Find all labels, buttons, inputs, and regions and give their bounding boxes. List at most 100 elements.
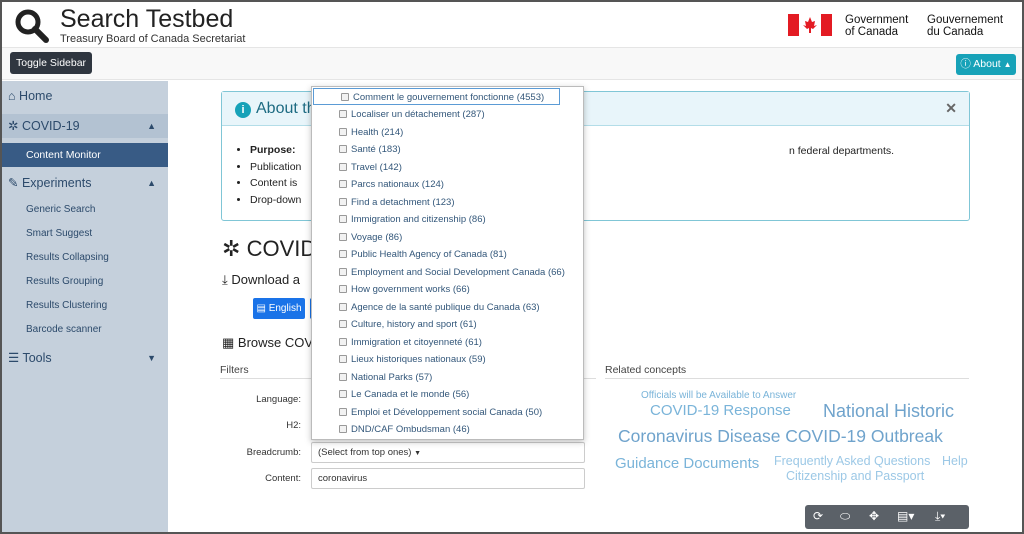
caret-up-icon: ▲ — [147, 178, 156, 188]
sidebar-item-covid[interactable]: ✲ COVID-19 ▲ — [2, 114, 168, 138]
checkbox[interactable] — [339, 425, 347, 433]
refresh-icon[interactable]: ⟳ — [813, 509, 823, 523]
caret-up-icon: ▲ — [1003, 60, 1012, 69]
sidebar-item-results-collapsing[interactable]: Results Collapsing — [26, 252, 109, 263]
file-icon: ▤ — [256, 303, 266, 314]
checkbox[interactable] — [341, 93, 349, 101]
checkbox[interactable] — [339, 285, 347, 293]
cog-icon: ✲ — [222, 236, 241, 261]
app-title: Search Testbed — [60, 5, 234, 33]
checkbox[interactable] — [339, 180, 347, 188]
search-logo-icon — [15, 9, 49, 43]
dropdown-option[interactable]: Immigration and citizenship (86) — [312, 211, 583, 228]
checkbox[interactable] — [339, 110, 347, 118]
sidebar: ⌂ Home ✲ COVID-19 ▲ Content Monitor ✎ Ex… — [2, 81, 168, 532]
sidebar-item-experiments[interactable]: ✎ Experiments ▲ — [2, 171, 168, 195]
dropdown-option[interactable]: Lieux historiques nationaux (59) — [312, 351, 583, 368]
breadcrumb-label: Breadcrumb: — [246, 447, 301, 458]
dropdown-option[interactable]: Culture, history and sport (61) — [312, 316, 583, 333]
checkbox[interactable] — [339, 145, 347, 153]
concept-tag[interactable]: COVID-19 Response — [650, 402, 791, 419]
home-icon: ⌂ — [8, 89, 16, 103]
dropdown-option[interactable]: Emploi et Développement social Canada (5… — [312, 404, 583, 421]
caret-up-icon: ▲ — [147, 121, 156, 131]
grid-icon: ▦ — [222, 335, 235, 350]
dropdown-option[interactable]: Health (214) — [312, 124, 583, 141]
concept-tag[interactable]: National Historic — [823, 401, 954, 422]
checkbox[interactable] — [339, 232, 347, 241]
content-label: Content: — [265, 473, 301, 484]
english-download-button[interactable]: ▤ English — [253, 298, 305, 319]
wrench-icon: ✎ — [8, 176, 19, 190]
checkbox[interactable] — [339, 355, 347, 363]
dropdown-option[interactable]: DND/CAF Ombudsman (46) — [312, 421, 583, 438]
toggle-sidebar-button[interactable]: Toggle Sidebar — [10, 52, 93, 74]
dropdown-option[interactable]: Comment le gouvernement fonctionne (4553… — [313, 88, 560, 105]
sidebar-item-content-monitor[interactable]: Content Monitor — [2, 143, 168, 167]
concept-tag[interactable]: Coronavirus Disease COVID-19 Outbreak — [618, 426, 943, 447]
caret-down-icon: ▼ — [414, 450, 422, 457]
checkbox[interactable] — [339, 162, 347, 171]
caret-down-icon: ▼ — [147, 353, 156, 363]
checkbox[interactable] — [339, 337, 347, 346]
dropdown-option[interactable]: Public Health Agency of Canada (81) — [312, 246, 583, 263]
concept-tag[interactable]: Help — [942, 454, 968, 468]
dropdown-option[interactable]: Travel (142) — [312, 159, 583, 176]
dropdown-option[interactable]: Immigration et citoyenneté (61) — [312, 334, 583, 351]
checkbox[interactable] — [339, 250, 347, 258]
app-subtitle: Treasury Board of Canada Secretariat — [60, 33, 246, 45]
browse-heading: ▦ Browse COV — [222, 335, 314, 350]
concept-tag[interactable]: Officials will be Available to Answer — [641, 390, 796, 401]
content-input[interactable]: coronavirus — [311, 468, 585, 489]
concept-tag[interactable]: Guidance Documents — [615, 455, 759, 472]
download-heading: ⤓ Download a — [222, 272, 301, 287]
top-navbar: Toggle Sidebar ⓘ About ▲ — [2, 48, 1022, 80]
toggle-icon[interactable]: ⬭ — [840, 509, 850, 524]
info-icon: ⓘ — [960, 58, 971, 70]
gov-canada-fr: Gouvernement du Canada — [927, 14, 1004, 38]
filters-heading: Filters — [220, 364, 249, 376]
sidebar-item-smart-suggest[interactable]: Smart Suggest — [26, 228, 92, 239]
dropdown-option[interactable]: Localiser un détachement (287) — [312, 106, 583, 123]
table-icon[interactable]: ▤▾ — [897, 509, 914, 523]
list-icon: ☰ — [8, 351, 20, 365]
checkbox[interactable] — [339, 320, 347, 328]
close-icon[interactable]: ✕ — [945, 100, 957, 117]
dropdown-option[interactable]: Santé (183) — [312, 141, 583, 158]
divider — [605, 378, 969, 379]
dropdown-option[interactable]: How government works (66) — [312, 281, 583, 298]
move-icon[interactable]: ✥ — [869, 509, 879, 523]
download-icon[interactable]: ⤓▾ — [935, 509, 945, 524]
checkbox[interactable] — [339, 390, 347, 398]
dropdown-option[interactable]: Le Canada et le monde (56) — [312, 386, 583, 403]
checkbox[interactable] — [339, 197, 347, 206]
language-label: Language: — [256, 394, 301, 405]
dropdown-option[interactable]: Parcs nationaux (124) — [312, 176, 583, 193]
concept-tag[interactable]: Citizenship and Passport — [786, 469, 924, 483]
concept-tag[interactable]: Frequently Asked Questions — [774, 454, 930, 468]
sidebar-item-barcode-scanner[interactable]: Barcode scanner — [26, 324, 102, 335]
dropdown-option[interactable]: National Parks (57) — [312, 369, 583, 386]
sidebar-item-home[interactable]: ⌂ Home — [2, 84, 168, 108]
dropdown-option[interactable]: Employment and Social Development Canada… — [312, 264, 583, 281]
sidebar-item-generic-search[interactable]: Generic Search — [26, 204, 95, 215]
checkbox[interactable] — [339, 407, 347, 416]
breadcrumb-select[interactable]: (Select from top ones) ▼ — [311, 442, 585, 463]
dropdown-option[interactable]: Agence de la santé publique du Canada (6… — [312, 299, 583, 316]
cog-icon: ✲ — [8, 119, 19, 133]
dropdown-option[interactable]: Find a detachment (123) — [312, 194, 583, 211]
sidebar-item-results-grouping[interactable]: Results Grouping — [26, 276, 103, 287]
about-button[interactable]: ⓘ About ▲ — [956, 54, 1016, 75]
checkbox[interactable] — [339, 302, 347, 311]
h2-label: H2: — [286, 420, 301, 431]
chart-toolbar: ⟳ ⬭ ✥ ▤▾ ⤓▾ — [805, 505, 969, 529]
site-header: Search Testbed Treasury Board of Canada … — [2, 2, 1022, 48]
checkbox[interactable] — [339, 215, 347, 223]
checkbox[interactable] — [339, 127, 347, 136]
about-bullets: Purpose: Publication Content is Drop-dow… — [250, 142, 301, 208]
checkbox[interactable] — [339, 372, 347, 381]
sidebar-item-tools[interactable]: ☰ Tools ▼ — [2, 346, 168, 370]
checkbox[interactable] — [339, 267, 347, 276]
dropdown-option[interactable]: Voyage (86) — [312, 229, 583, 246]
sidebar-item-results-clustering[interactable]: Results Clustering — [26, 300, 107, 311]
